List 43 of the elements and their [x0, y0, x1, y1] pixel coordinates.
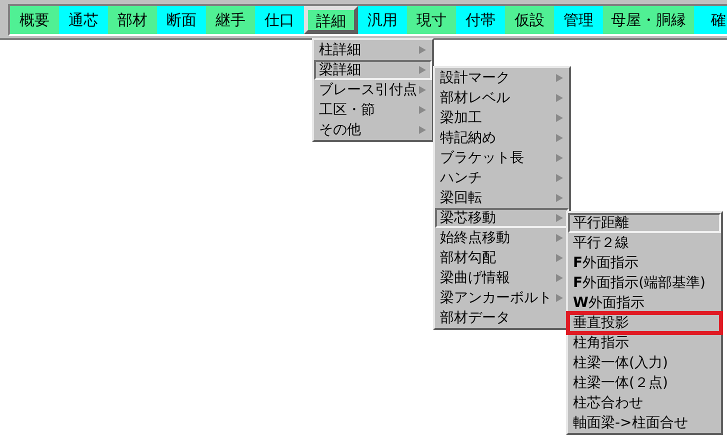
toolbar-tab[interactable]: 確 — [694, 6, 727, 34]
toolbar-tab[interactable]: 管理 — [554, 6, 603, 34]
toolbar-tab[interactable]: 継手 — [206, 6, 255, 34]
toolbar-tab[interactable]: 母屋・胴縁 — [603, 6, 694, 34]
menu-item[interactable]: 柱詳細 — [314, 40, 432, 60]
menu-item[interactable]: 柱梁一体(２点) — [568, 373, 721, 393]
menu-item[interactable]: 梁詳細 — [314, 60, 432, 80]
menu-item[interactable]: 梁芯移動 — [435, 208, 569, 228]
menu-item[interactable]: 平行２線 — [568, 233, 721, 253]
menu-item[interactable]: ブレース引付点 — [314, 80, 432, 100]
menu-item[interactable]: 始終点移動 — [435, 228, 569, 248]
menu-item[interactable]: 特記納め — [435, 128, 569, 148]
menu-item[interactable]: F外面指示 — [568, 253, 721, 273]
toolbar-tab[interactable]: 概要 — [10, 6, 59, 34]
menu-item[interactable]: ハンチ — [435, 168, 569, 188]
menu-item[interactable]: 部材レベル — [435, 88, 569, 108]
toolbar-tab[interactable]: 現寸 — [407, 6, 456, 34]
menu-item[interactable]: 梁回転 — [435, 188, 569, 208]
toolbar-tab[interactable]: 詳細 — [304, 6, 358, 34]
menu-item[interactable]: ブラケット長 — [435, 148, 569, 168]
menu-item[interactable]: 柱角指示 — [568, 333, 721, 353]
toolbar-tab[interactable]: 付帯 — [456, 6, 505, 34]
menu-item[interactable]: 設計マーク — [435, 68, 569, 88]
toolbar-tab[interactable]: 汎用 — [358, 6, 407, 34]
toolbar-tab[interactable]: 仕口 — [255, 6, 304, 34]
menu-item[interactable]: 垂直投影 — [568, 313, 721, 333]
toolbar-tab[interactable]: 部材 — [108, 6, 157, 34]
toolbar-tab[interactable]: 通芯 — [59, 6, 108, 34]
menu-item[interactable]: 軸面梁->柱面合せ — [568, 413, 721, 433]
menu-item[interactable]: W外面指示 — [568, 293, 721, 313]
menu-item[interactable]: 工区・節 — [314, 100, 432, 120]
menu-item[interactable]: その他 — [314, 120, 432, 140]
menu-item[interactable]: 梁曲げ情報 — [435, 268, 569, 288]
menu-item[interactable]: 柱梁一体(入力) — [568, 353, 721, 373]
menu-item[interactable]: F外面指示(端部基準) — [568, 273, 721, 293]
menu-item[interactable]: 部材勾配 — [435, 248, 569, 268]
menu-item[interactable]: 柱芯合わせ — [568, 393, 721, 413]
menu-item[interactable]: 梁加工 — [435, 108, 569, 128]
toolbar-tab[interactable]: 仮設 — [505, 6, 554, 34]
menu-item[interactable]: 平行距離 — [568, 213, 721, 233]
menu-item[interactable]: 部材データ — [435, 308, 569, 328]
menu-item[interactable]: 梁アンカーボルト — [435, 288, 569, 308]
toolbar-tab[interactable]: 断面 — [157, 6, 206, 34]
